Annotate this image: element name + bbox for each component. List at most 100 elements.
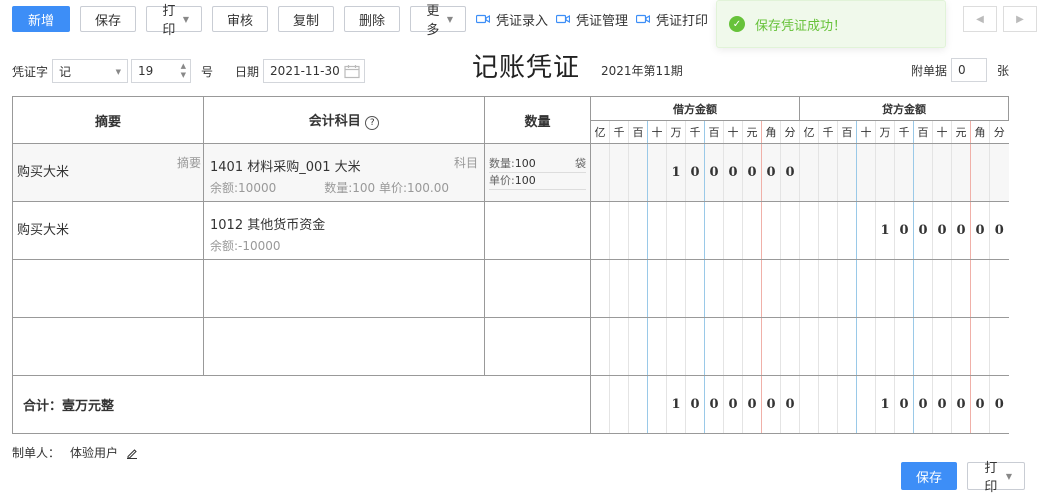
credit-amount-digit	[856, 143, 876, 202]
voucher-number-stepper[interactable]: 19 ▲ ▼	[131, 59, 192, 83]
caret-down-icon: ▼	[115, 68, 122, 76]
credit-amount-digit: 0	[913, 201, 933, 260]
price-input[interactable]: 100	[515, 173, 586, 189]
edit-pencil-icon[interactable]	[126, 447, 138, 459]
bottom-print-dropdown-button[interactable]: 打印 ▼	[967, 461, 1025, 495]
voucher-navigation: ◀ ▶	[963, 6, 1037, 32]
summary-text: 购买大米	[17, 164, 70, 180]
bottom-save-button[interactable]: 保存	[901, 462, 957, 490]
debit-amount-digit	[628, 317, 648, 376]
debit-amount-digit	[590, 201, 610, 260]
summary-cell[interactable]	[12, 259, 204, 318]
maker-label: 制单人：	[12, 446, 61, 460]
debit-amount-digit: 1	[666, 143, 686, 202]
debit-amount-digit	[780, 259, 800, 318]
debit-amount-digit	[590, 143, 610, 202]
quantity-cell[interactable]	[484, 259, 591, 318]
credit-amount-digit	[951, 259, 971, 318]
credit-unit-digit: 十	[856, 120, 876, 144]
debit-amount-digit	[723, 201, 743, 260]
credit-amount-digit	[837, 259, 857, 318]
voucher-word-value: 记	[59, 64, 72, 79]
voucher-entry-link[interactable]: 凭证录入	[476, 10, 548, 29]
credit-amount-digit: 0	[894, 201, 914, 260]
voucher-meta: 凭证字 记 ▼ 19 ▲ ▼ 号 日期 2021-11-30	[12, 58, 366, 84]
debit-amount-digit	[761, 317, 781, 376]
more-dropdown-button[interactable]: 更多 ▼	[410, 4, 466, 38]
total-debit-digit	[628, 375, 648, 434]
entry-row[interactable]: 购买大米 1012 其他货币资金 余额:-10000 1000000	[12, 201, 1009, 260]
quantity-cell[interactable]: 数量: 100 袋 单价: 100	[484, 143, 591, 202]
credit-amount-digit	[818, 259, 838, 318]
previous-voucher-button[interactable]: ◀	[963, 6, 997, 32]
delete-button[interactable]: 删除	[344, 6, 400, 32]
subject-cell[interactable]: 1012 其他货币资金 余额:-10000	[203, 201, 485, 260]
credit-amount-digit	[970, 317, 990, 376]
subject-cell[interactable]	[203, 317, 485, 376]
credit-amount-digit	[894, 259, 914, 318]
total-credit-digit: 0	[989, 375, 1009, 434]
subject-cell[interactable]	[203, 259, 485, 318]
credit-unit-digit: 十	[932, 120, 952, 144]
total-debit-digit	[590, 375, 610, 434]
qty-label: 数量:	[489, 156, 515, 170]
add-button[interactable]: 新增	[12, 6, 70, 32]
credit-amount-digit	[951, 317, 971, 376]
save-button[interactable]: 保存	[80, 6, 136, 32]
entry-row[interactable]: 购买大米 摘要 1401 材料采购_001 大米 余额:10000 数量:100 …	[12, 143, 1009, 202]
debit-unit-digit: 千	[609, 120, 629, 144]
total-credit-digit	[799, 375, 819, 434]
total-debit-digit: 1	[666, 375, 686, 434]
debit-amount-digit	[742, 259, 762, 318]
credit-amount-digit	[932, 259, 952, 318]
subject-hint: 科目	[453, 155, 478, 170]
qty-input[interactable]: 100	[515, 156, 575, 172]
credit-unit-digit: 百	[837, 120, 857, 144]
subject-cell[interactable]: 1401 材料采购_001 大米 余额:10000 数量:100 单价:100.0…	[203, 143, 485, 202]
voucher-manage-link[interactable]: 凭证管理	[556, 10, 628, 29]
stepper-arrows-icon[interactable]: ▲ ▼	[181, 62, 186, 80]
calendar-icon[interactable]	[344, 64, 360, 79]
credit-amount-digit	[989, 259, 1009, 318]
entry-row[interactable]	[12, 317, 1009, 376]
audit-button[interactable]: 审核	[212, 6, 268, 32]
balance-text: 余额:-10000	[210, 238, 281, 253]
maker-value: 体验用户	[70, 446, 119, 460]
debit-amount-digit	[723, 259, 743, 318]
debit-amount-digit	[628, 201, 648, 260]
summary-cell[interactable]: 购买大米	[12, 201, 204, 260]
debit-amount-digit	[742, 201, 762, 260]
video-camera-icon	[556, 14, 571, 24]
entry-row[interactable]	[12, 259, 1009, 318]
subject-text: 1401 材料采购_001 大米	[210, 159, 361, 175]
date-input[interactable]: 2021-11-30	[263, 59, 366, 83]
quantity-cell[interactable]	[484, 317, 591, 376]
print-dropdown-button[interactable]: 打印 ▼	[146, 4, 202, 38]
credit-unit-digit: 千	[894, 120, 914, 144]
credit-amount-digit	[894, 317, 914, 376]
voucher-print-link[interactable]: 凭证打印	[636, 10, 708, 29]
credit-unit-digit: 亿	[799, 120, 819, 144]
credit-unit-digit: 分	[989, 120, 1009, 144]
debit-unit-digit: 元	[742, 120, 762, 144]
toolbar: 新增 保存 打印 ▼ 审核 复制 删除 更多 ▼ 凭证录入 凭证管理 凭证打印	[12, 4, 716, 38]
summary-cell[interactable]: 购买大米 摘要	[12, 143, 204, 202]
voucher-number-unit: 号	[201, 64, 214, 79]
next-voucher-button[interactable]: ▶	[1003, 6, 1037, 32]
total-credit-digit: 0	[951, 375, 971, 434]
debit-amount-digit	[647, 317, 667, 376]
total-debit-digit	[647, 375, 667, 434]
credit-amount-digit	[856, 317, 876, 376]
credit-amount-digit	[837, 201, 857, 260]
attachment-input[interactable]: 0	[950, 58, 987, 82]
subject-header: 会计科目 ?	[203, 96, 485, 144]
subject-header-label: 会计科目	[308, 114, 361, 129]
debit-amount-digit	[761, 201, 781, 260]
copy-button[interactable]: 复制	[278, 6, 334, 32]
quantity-cell[interactable]	[484, 201, 591, 260]
debit-amount-digit	[666, 317, 686, 376]
help-circle-icon[interactable]: ?	[365, 116, 380, 130]
credit-amount-digit	[913, 259, 933, 318]
voucher-word-select[interactable]: 记 ▼	[52, 59, 129, 83]
summary-cell[interactable]	[12, 317, 204, 376]
